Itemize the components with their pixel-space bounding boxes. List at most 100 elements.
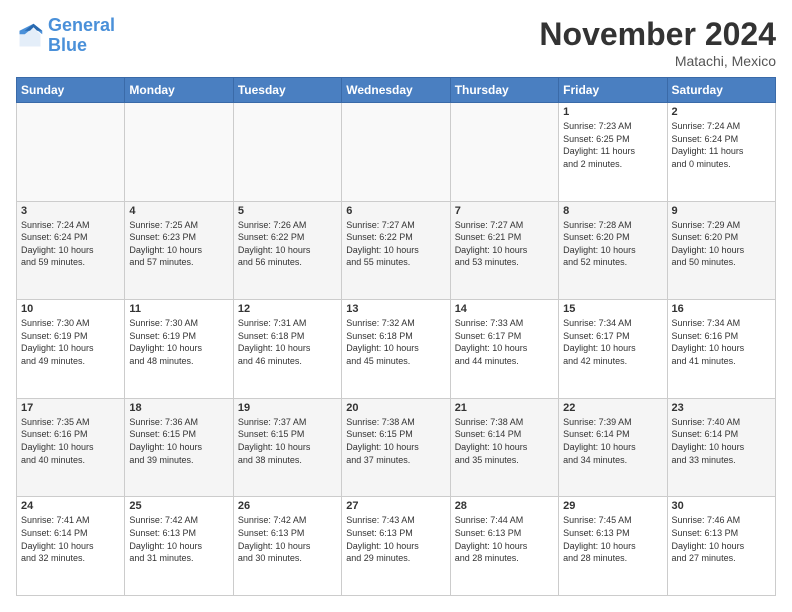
day-info: Sunrise: 7:35 AM Sunset: 6:16 PM Dayligh… [21,416,120,466]
calendar-cell-4-0: 24 Sunrise: 7:41 AM Sunset: 6:14 PM Dayli… [17,497,125,596]
calendar-header-row: Sunday Monday Tuesday Wednesday Thursday… [17,78,776,103]
day-number: 6 [346,205,445,217]
day-number: 24 [21,500,120,512]
day-number: 4 [129,205,228,217]
day-info: Sunrise: 7:32 AM Sunset: 6:18 PM Dayligh… [346,317,445,367]
day-number: 8 [563,205,662,217]
calendar-week-5: 24 Sunrise: 7:41 AM Sunset: 6:14 PM Dayli… [17,497,776,596]
calendar-cell-0-3 [342,103,450,202]
day-info: Sunrise: 7:45 AM Sunset: 6:13 PM Dayligh… [563,514,662,564]
calendar-cell-0-1 [125,103,233,202]
day-number: 19 [238,402,337,414]
day-number: 22 [563,402,662,414]
day-info: Sunrise: 7:42 AM Sunset: 6:13 PM Dayligh… [129,514,228,564]
calendar-cell-0-5: 1 Sunrise: 7:23 AM Sunset: 6:25 PM Daylig… [559,103,667,202]
day-info: Sunrise: 7:41 AM Sunset: 6:14 PM Dayligh… [21,514,120,564]
calendar-cell-2-3: 13 Sunrise: 7:32 AM Sunset: 6:18 PM Dayli… [342,300,450,399]
calendar-cell-1-0: 3 Sunrise: 7:24 AM Sunset: 6:24 PM Daylig… [17,201,125,300]
day-info: Sunrise: 7:28 AM Sunset: 6:20 PM Dayligh… [563,219,662,269]
day-number: 13 [346,303,445,315]
calendar-cell-2-6: 16Sunrise: 7:34 AM Sunset: 6:16 PM Dayli… [667,300,775,399]
calendar-cell-2-1: 11 Sunrise: 7:30 AM Sunset: 6:19 PM Dayli… [125,300,233,399]
day-info: Sunrise: 7:34 AM Sunset: 6:17 PM Dayligh… [563,317,662,367]
calendar-table: Sunday Monday Tuesday Wednesday Thursday… [16,77,776,596]
calendar-cell-4-4: 28Sunrise: 7:44 AM Sunset: 6:13 PM Dayli… [450,497,558,596]
calendar-week-1: 1 Sunrise: 7:23 AM Sunset: 6:25 PM Daylig… [17,103,776,202]
calendar-cell-3-5: 22 Sunrise: 7:39 AM Sunset: 6:14 PM Dayli… [559,398,667,497]
calendar-cell-0-4 [450,103,558,202]
day-info: Sunrise: 7:38 AM Sunset: 6:15 PM Dayligh… [346,416,445,466]
day-info: Sunrise: 7:46 AM Sunset: 6:13 PM Dayligh… [672,514,771,564]
day-number: 3 [21,205,120,217]
calendar-cell-1-2: 5 Sunrise: 7:26 AM Sunset: 6:22 PM Daylig… [233,201,341,300]
day-info: Sunrise: 7:33 AM Sunset: 6:17 PM Dayligh… [455,317,554,367]
logo-text: General Blue [48,16,115,56]
day-number: 7 [455,205,554,217]
day-info: Sunrise: 7:42 AM Sunset: 6:13 PM Dayligh… [238,514,337,564]
day-number: 5 [238,205,337,217]
header-sunday: Sunday [17,78,125,103]
day-info: Sunrise: 7:31 AM Sunset: 6:18 PM Dayligh… [238,317,337,367]
day-number: 15 [563,303,662,315]
day-number: 10 [21,303,120,315]
calendar-cell-2-2: 12 Sunrise: 7:31 AM Sunset: 6:18 PM Dayli… [233,300,341,399]
month-title: November 2024 [539,16,776,53]
day-info: Sunrise: 7:40 AM Sunset: 6:14 PM Dayligh… [672,416,771,466]
day-number: 11 [129,303,228,315]
day-number: 16 [672,303,771,315]
header-wednesday: Wednesday [342,78,450,103]
day-info: Sunrise: 7:38 AM Sunset: 6:14 PM Dayligh… [455,416,554,466]
calendar-cell-3-1: 18Sunrise: 7:36 AM Sunset: 6:15 PM Dayli… [125,398,233,497]
day-number: 29 [563,500,662,512]
calendar-cell-1-3: 6 Sunrise: 7:27 AM Sunset: 6:22 PM Daylig… [342,201,450,300]
day-info: Sunrise: 7:27 AM Sunset: 6:21 PM Dayligh… [455,219,554,269]
calendar-cell-3-3: 20Sunrise: 7:38 AM Sunset: 6:15 PM Dayli… [342,398,450,497]
day-number: 12 [238,303,337,315]
day-number: 25 [129,500,228,512]
day-info: Sunrise: 7:44 AM Sunset: 6:13 PM Dayligh… [455,514,554,564]
day-info: Sunrise: 7:25 AM Sunset: 6:23 PM Dayligh… [129,219,228,269]
calendar-cell-3-2: 19 Sunrise: 7:37 AM Sunset: 6:15 PM Dayli… [233,398,341,497]
calendar-cell-4-6: 30 Sunrise: 7:46 AM Sunset: 6:13 PM Dayli… [667,497,775,596]
day-info: Sunrise: 7:23 AM Sunset: 6:25 PM Dayligh… [563,120,662,170]
calendar-cell-0-6: 2 Sunrise: 7:24 AM Sunset: 6:24 PM Daylig… [667,103,775,202]
day-number: 23 [672,402,771,414]
calendar-cell-4-3: 27 Sunrise: 7:43 AM Sunset: 6:13 PM Dayli… [342,497,450,596]
logo-icon [16,22,44,50]
day-number: 1 [563,106,662,118]
day-info: Sunrise: 7:29 AM Sunset: 6:20 PM Dayligh… [672,219,771,269]
calendar-cell-2-5: 15 Sunrise: 7:34 AM Sunset: 6:17 PM Dayli… [559,300,667,399]
header-tuesday: Tuesday [233,78,341,103]
calendar-cell-1-5: 8 Sunrise: 7:28 AM Sunset: 6:20 PM Daylig… [559,201,667,300]
header-saturday: Saturday [667,78,775,103]
day-number: 26 [238,500,337,512]
page: General Blue November 2024 Matachi, Mexi… [0,0,792,612]
logo-blue: Blue [48,36,115,56]
day-number: 18 [129,402,228,414]
calendar-cell-2-4: 14 Sunrise: 7:33 AM Sunset: 6:17 PM Dayli… [450,300,558,399]
day-info: Sunrise: 7:24 AM Sunset: 6:24 PM Dayligh… [21,219,120,269]
header: General Blue November 2024 Matachi, Mexi… [16,16,776,69]
day-number: 14 [455,303,554,315]
calendar-week-2: 3 Sunrise: 7:24 AM Sunset: 6:24 PM Daylig… [17,201,776,300]
header-monday: Monday [125,78,233,103]
day-info: Sunrise: 7:39 AM Sunset: 6:14 PM Dayligh… [563,416,662,466]
calendar-cell-3-6: 23 Sunrise: 7:40 AM Sunset: 6:14 PM Dayli… [667,398,775,497]
calendar-cell-0-0 [17,103,125,202]
day-number: 2 [672,106,771,118]
location: Matachi, Mexico [539,53,776,69]
day-number: 30 [672,500,771,512]
day-info: Sunrise: 7:43 AM Sunset: 6:13 PM Dayligh… [346,514,445,564]
day-info: Sunrise: 7:30 AM Sunset: 6:19 PM Dayligh… [129,317,228,367]
day-info: Sunrise: 7:24 AM Sunset: 6:24 PM Dayligh… [672,120,771,170]
calendar-cell-3-0: 17Sunrise: 7:35 AM Sunset: 6:16 PM Dayli… [17,398,125,497]
day-number: 27 [346,500,445,512]
calendar-cell-3-4: 21Sunrise: 7:38 AM Sunset: 6:14 PM Dayli… [450,398,558,497]
calendar-cell-1-6: 9Sunrise: 7:29 AM Sunset: 6:20 PM Daylig… [667,201,775,300]
day-info: Sunrise: 7:37 AM Sunset: 6:15 PM Dayligh… [238,416,337,466]
calendar-cell-4-5: 29 Sunrise: 7:45 AM Sunset: 6:13 PM Dayli… [559,497,667,596]
day-info: Sunrise: 7:27 AM Sunset: 6:22 PM Dayligh… [346,219,445,269]
calendar-cell-0-2 [233,103,341,202]
calendar-cell-4-2: 26 Sunrise: 7:42 AM Sunset: 6:13 PM Dayli… [233,497,341,596]
day-info: Sunrise: 7:26 AM Sunset: 6:22 PM Dayligh… [238,219,337,269]
